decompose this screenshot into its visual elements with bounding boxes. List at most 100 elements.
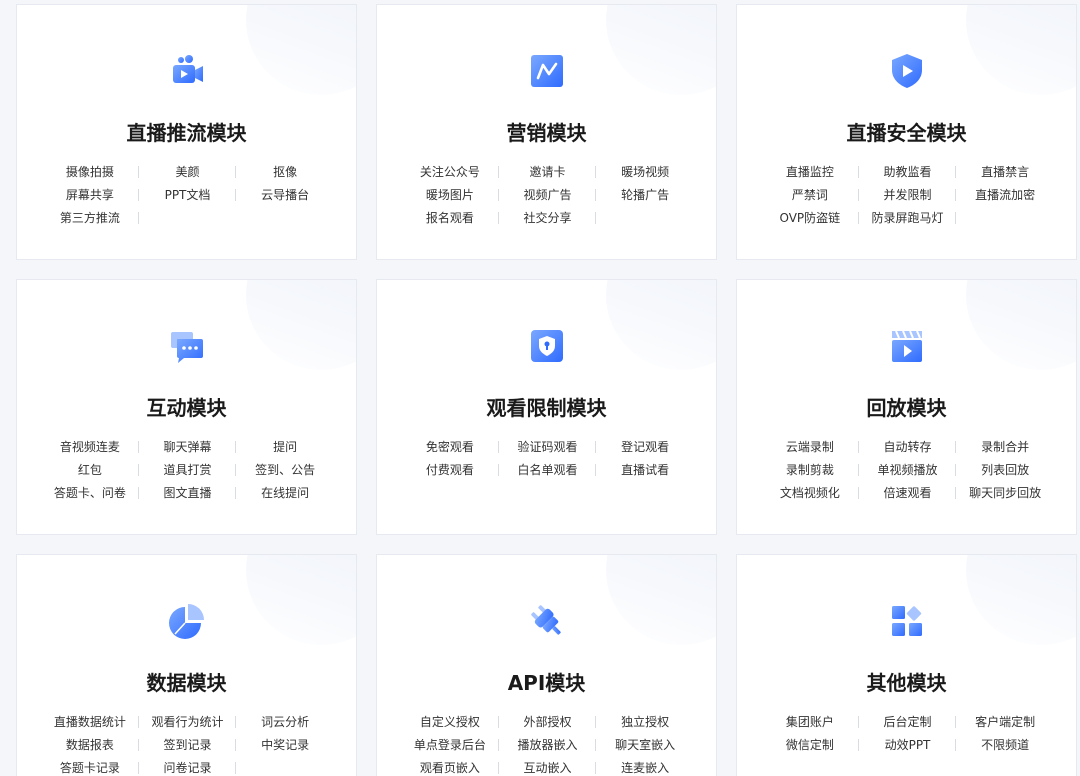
feature-item[interactable]: 美颜 <box>139 163 237 181</box>
feature-item[interactable]: 抠像 <box>236 163 334 181</box>
feature-item[interactable]: 外部授权 <box>499 713 597 731</box>
feature-item[interactable]: 助教监看 <box>859 163 957 181</box>
feature-item[interactable]: 在线提问 <box>236 484 334 502</box>
feature-item[interactable]: 严禁词 <box>761 186 859 204</box>
feature-item[interactable]: 答题卡、问卷 <box>41 484 139 502</box>
lock-shield-icon <box>527 326 567 366</box>
feature-item[interactable]: 列表回放 <box>956 461 1054 479</box>
feature-item[interactable]: 云导播台 <box>236 186 334 204</box>
feature-item[interactable]: 独立授权 <box>596 713 694 731</box>
feature-list: 音视频连麦 聊天弹幕 提问 红包 道具打赏 签到、公告 答题卡、问卷 图文直播 … <box>41 438 334 502</box>
feature-list: 摄像拍摄 美颜 抠像 屏幕共享 PPT文档 云导播台 第三方推流 <box>41 163 334 227</box>
feature-item[interactable]: 登记观看 <box>596 438 694 456</box>
chat-bubble-icon <box>167 326 207 366</box>
feature-item[interactable]: 付费观看 <box>401 461 499 479</box>
feature-item[interactable]: 聊天弹幕 <box>139 438 237 456</box>
feature-item[interactable]: 邀请卡 <box>499 163 597 181</box>
feature-item[interactable]: 视频广告 <box>499 186 597 204</box>
feature-item[interactable]: 白名单观看 <box>499 461 597 479</box>
feature-item[interactable]: 单视频播放 <box>859 461 957 479</box>
feature-item[interactable]: 微信定制 <box>761 736 859 754</box>
feature-list: 集团账户 后台定制 客户端定制 微信定制 动效PPT 不限频道 <box>761 713 1054 754</box>
card-title: 互动模块 <box>146 396 227 420</box>
feature-item[interactable]: 不限频道 <box>956 736 1054 754</box>
feature-item[interactable]: 社交分享 <box>499 209 597 227</box>
module-card-live-streaming[interactable]: 直播推流模块 摄像拍摄 美颜 抠像 屏幕共享 PPT文档 云导播台 第三方推流 <box>16 4 357 260</box>
plug-icon <box>527 601 567 641</box>
card-title: 直播安全模块 <box>846 121 967 145</box>
feature-item[interactable]: 聊天室嵌入 <box>596 736 694 754</box>
feature-item[interactable]: 集团账户 <box>761 713 859 731</box>
feature-item[interactable]: 连麦嵌入 <box>596 759 694 776</box>
feature-item[interactable]: 直播禁言 <box>956 163 1054 181</box>
feature-item[interactable]: 播放器嵌入 <box>499 736 597 754</box>
module-card-api[interactable]: API模块 自定义授权 外部授权 独立授权 单点登录后台 播放器嵌入 聊天室嵌入… <box>376 554 717 776</box>
feature-item[interactable]: 免密观看 <box>401 438 499 456</box>
feature-list: 直播数据统计 观看行为统计 词云分析 数据报表 签到记录 中奖记录 答题卡记录 … <box>41 713 334 776</box>
feature-item[interactable]: 录制合并 <box>956 438 1054 456</box>
feature-item[interactable]: 单点登录后台 <box>401 736 499 754</box>
feature-item[interactable]: 轮播广告 <box>596 186 694 204</box>
module-card-marketing[interactable]: 营销模块 关注公众号 邀请卡 暖场视频 暖场图片 视频广告 轮播广告 报名观看 … <box>376 4 717 260</box>
feature-list: 免密观看 验证码观看 登记观看 付费观看 白名单观看 直播试看 <box>401 438 694 479</box>
feature-item[interactable]: 互动嵌入 <box>499 759 597 776</box>
card-title: 直播推流模块 <box>126 121 247 145</box>
card-title: 回放模块 <box>866 396 947 420</box>
module-card-interaction[interactable]: 互动模块 音视频连麦 聊天弹幕 提问 红包 道具打赏 签到、公告 答题卡、问卷 … <box>16 279 357 535</box>
feature-item[interactable]: 问卷记录 <box>139 759 237 776</box>
feature-item[interactable]: 第三方推流 <box>41 209 139 227</box>
trend-chart-icon <box>527 51 567 91</box>
feature-item[interactable]: 动效PPT <box>859 736 957 754</box>
feature-item[interactable]: 观看页嵌入 <box>401 759 499 776</box>
feature-item[interactable]: 暖场图片 <box>401 186 499 204</box>
module-card-other[interactable]: 其他模块 集团账户 后台定制 客户端定制 微信定制 动效PPT 不限频道 <box>736 554 1077 776</box>
feature-item[interactable]: OVP防盗链 <box>761 209 859 227</box>
feature-item[interactable]: 文档视频化 <box>761 484 859 502</box>
feature-item[interactable]: 签到、公告 <box>236 461 334 479</box>
module-card-playback[interactable]: 回放模块 云端录制 自动转存 录制合并 录制剪裁 单视频播放 列表回放 文档视频… <box>736 279 1077 535</box>
feature-item[interactable]: 词云分析 <box>236 713 334 731</box>
module-card-data[interactable]: 数据模块 直播数据统计 观看行为统计 词云分析 数据报表 签到记录 中奖记录 答… <box>16 554 357 776</box>
card-title: API模块 <box>507 671 586 695</box>
video-camera-icon <box>167 51 207 91</box>
feature-item[interactable]: 报名观看 <box>401 209 499 227</box>
feature-item[interactable]: 自定义授权 <box>401 713 499 731</box>
module-card-viewing-restriction[interactable]: 观看限制模块 免密观看 验证码观看 登记观看 付费观看 白名单观看 直播试看 <box>376 279 717 535</box>
feature-item[interactable]: 暖场视频 <box>596 163 694 181</box>
feature-item[interactable]: 关注公众号 <box>401 163 499 181</box>
feature-list: 直播监控 助教监看 直播禁言 严禁词 并发限制 直播流加密 OVP防盗链 防录屏… <box>761 163 1054 227</box>
feature-item[interactable]: 验证码观看 <box>499 438 597 456</box>
feature-item[interactable]: 客户端定制 <box>956 713 1054 731</box>
feature-item[interactable]: 数据报表 <box>41 736 139 754</box>
feature-item[interactable]: 道具打赏 <box>139 461 237 479</box>
feature-item[interactable]: 录制剪裁 <box>761 461 859 479</box>
feature-list: 云端录制 自动转存 录制合并 录制剪裁 单视频播放 列表回放 文档视频化 倍速观… <box>761 438 1054 502</box>
card-title: 观看限制模块 <box>486 396 607 420</box>
feature-item[interactable]: 聊天同步回放 <box>956 484 1054 502</box>
feature-item[interactable]: 直播试看 <box>596 461 694 479</box>
feature-list: 关注公众号 邀请卡 暖场视频 暖场图片 视频广告 轮播广告 报名观看 社交分享 <box>401 163 694 227</box>
feature-item[interactable]: 自动转存 <box>859 438 957 456</box>
feature-item[interactable]: 直播数据统计 <box>41 713 139 731</box>
feature-item[interactable]: 观看行为统计 <box>139 713 237 731</box>
feature-item[interactable]: 直播流加密 <box>956 186 1054 204</box>
feature-item[interactable]: 摄像拍摄 <box>41 163 139 181</box>
feature-item[interactable]: 中奖记录 <box>236 736 334 754</box>
feature-item[interactable]: 倍速观看 <box>859 484 957 502</box>
module-card-live-security[interactable]: 直播安全模块 直播监控 助教监看 直播禁言 严禁词 并发限制 直播流加密 OVP… <box>736 4 1077 260</box>
grid-apps-icon <box>887 601 927 641</box>
feature-item[interactable]: PPT文档 <box>139 186 237 204</box>
feature-item[interactable]: 直播监控 <box>761 163 859 181</box>
feature-item[interactable]: 防录屏跑马灯 <box>859 209 957 227</box>
feature-item[interactable]: 答题卡记录 <box>41 759 139 776</box>
feature-item[interactable]: 屏幕共享 <box>41 186 139 204</box>
feature-item[interactable]: 音视频连麦 <box>41 438 139 456</box>
feature-item[interactable]: 云端录制 <box>761 438 859 456</box>
feature-item[interactable]: 提问 <box>236 438 334 456</box>
feature-item[interactable]: 并发限制 <box>859 186 957 204</box>
feature-item[interactable]: 签到记录 <box>139 736 237 754</box>
feature-item[interactable]: 后台定制 <box>859 713 957 731</box>
feature-item[interactable]: 图文直播 <box>139 484 237 502</box>
feature-item[interactable]: 红包 <box>41 461 139 479</box>
clapperboard-icon <box>887 326 927 366</box>
